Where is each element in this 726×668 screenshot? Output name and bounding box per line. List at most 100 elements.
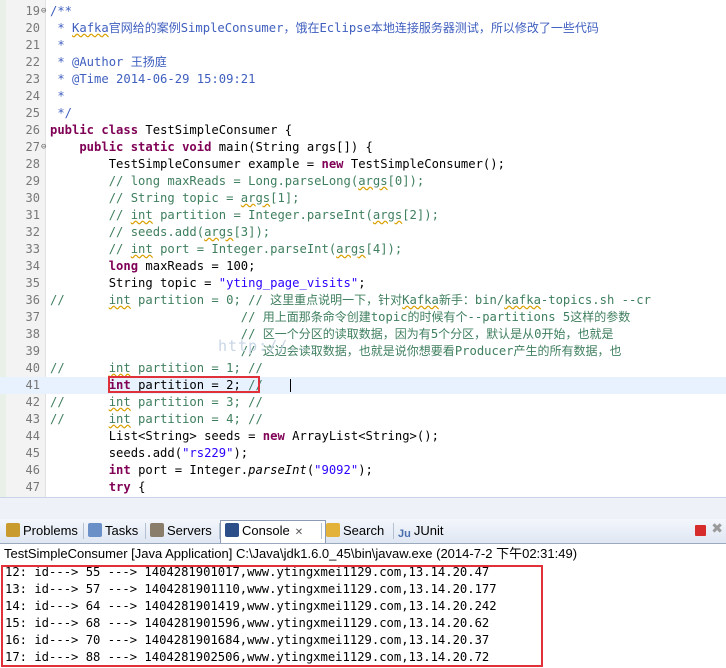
code-token: String topic = [50, 276, 219, 290]
code-text: // int partition = 4; // [50, 411, 263, 428]
code-line[interactable]: 34 long maxReads = 100; [0, 258, 726, 275]
code-token: { [138, 480, 146, 494]
code-text: * [50, 88, 65, 105]
code-token: * [50, 89, 65, 103]
code-token: bin/ [474, 293, 505, 307]
code-token: kafka [504, 293, 541, 307]
code-line[interactable]: 20 * Kafka官网给的案例SimpleConsumer，饿在Eclipse… [0, 20, 726, 37]
tab-console[interactable]: Console ✕ [220, 520, 326, 543]
code-token: "rs229" [182, 446, 234, 460]
code-line[interactable]: 19 ⊖/** [0, 3, 726, 20]
code-token: ); [358, 463, 373, 477]
line-number: 34 [25, 259, 40, 273]
code-editor[interactable]: 19 ⊖/** 20 * Kafka官网给的案例SimpleConsumer，饿在E… [0, 0, 726, 497]
code-line[interactable]: 42 // int partition = 3; // [0, 394, 726, 411]
code-token: parseInt [248, 463, 307, 477]
code-line[interactable]: 36 // int partition = 0; // 这里重点说明一下，针对Ka… [0, 292, 726, 309]
tab-search[interactable]: Search [322, 521, 396, 541]
code-line[interactable]: 25 */ [0, 105, 726, 122]
code-token: SimpleConsumer [180, 21, 284, 35]
code-line[interactable]: 41 int partition = 2; // [0, 376, 726, 394]
code-text: // int partition = 0; // 这里重点说明一下，针对Kafk… [50, 292, 651, 309]
code-text: // int partition = 1; // [50, 360, 263, 377]
code-line[interactable]: 39 // 这边会读取数据，也就是说你想要看Producer产生的所有数据，也 [0, 343, 726, 360]
code-line[interactable]: 35 String topic = "yting_page_visits"; [0, 275, 726, 292]
code-token: 开始，也就是 [541, 327, 614, 341]
tab-junit[interactable]: Ju JUnit [394, 521, 452, 541]
code-token: 的时候有个 [407, 310, 468, 324]
code-line[interactable]: 29 // long maxReads = Long.parseLong(arg… [0, 173, 726, 190]
view-tab-bar: Problems Tasks Servers Console ✕ Search Ju JUni… [0, 519, 726, 544]
line-number: 32 [25, 225, 40, 239]
code-text: // 用上面那条命令创建topic的时候有个--partitions 5这样的参… [50, 309, 631, 326]
code-token: 新手： [438, 293, 475, 307]
terminate-icon[interactable] [695, 525, 706, 536]
code-line[interactable]: 21 * [0, 37, 726, 54]
code-token: partition = 4; // [130, 412, 263, 426]
code-token: // [50, 208, 131, 222]
code-token: public class [50, 123, 146, 137]
code-token: // [50, 412, 109, 426]
code-token: [4]); [365, 242, 403, 256]
code-line[interactable]: 45 seeds.add("rs229"); [0, 445, 726, 462]
code-line[interactable]: 43 // int partition = 4; // [0, 411, 726, 428]
code-token: * [50, 38, 65, 52]
code-text: * @Author 王扬庭 [50, 54, 166, 71]
line-number: 26 [25, 123, 40, 137]
code-token: * @Author [50, 55, 131, 69]
code-line[interactable]: 28 TestSimpleConsumer example = new Test… [0, 156, 726, 173]
code-token: port = Integer.parseInt( [152, 242, 337, 256]
code-line[interactable]: 30 // String topic = args[1]; [0, 190, 726, 207]
code-token: -topics.sh --cr [540, 293, 651, 307]
code-text: * [50, 37, 65, 54]
code-text: // 区一个分区的读取数据，因为有5个分区，默认是从0开始，也就是 [50, 326, 614, 343]
code-line[interactable]: 37 // 用上面那条命令创建topic的时候有个--partitions 5这… [0, 309, 726, 326]
tab-label: JUnit [413, 523, 444, 538]
code-line[interactable]: 44 List<String> seeds = new ArrayList<St… [0, 428, 726, 445]
code-token: 这里重点说明一下，针对 [270, 293, 403, 307]
console-icon [225, 523, 239, 537]
code-line[interactable]: 47 try { [0, 479, 726, 496]
code-token: // String topic = [50, 191, 241, 205]
code-token: TestSimpleConsumer { [145, 123, 293, 137]
code-token: * @Time 2014-06-29 15:09:21 [50, 72, 256, 86]
junit-icon: Ju [398, 528, 411, 540]
code-line[interactable]: 22 * @Author 王扬庭 [0, 54, 726, 71]
fold-toggle-icon[interactable]: ⊖ [41, 143, 49, 152]
fold-toggle-icon[interactable]: ⊖ [41, 7, 49, 16]
remove-launch-icon[interactable]: ✖ [711, 521, 723, 537]
line-number: 27 [25, 140, 40, 154]
code-token: // [50, 293, 109, 307]
code-token: // [50, 310, 263, 324]
tab-tasks[interactable]: Tasks [84, 521, 148, 541]
code-line[interactable]: 46 int port = Integer.parseInt("9092"); [0, 462, 726, 479]
code-token: int [130, 208, 153, 222]
code-token: Eclipse [319, 21, 371, 35]
code-token: topic [370, 310, 408, 324]
close-icon[interactable]: ✕ [295, 527, 303, 538]
code-lines[interactable]: 19 ⊖/** 20 * Kafka官网给的案例SimpleConsumer，饿在E… [0, 3, 726, 496]
code-line[interactable]: 38 // 区一个分区的读取数据，因为有5个分区，默认是从0开始，也就是 [0, 326, 726, 343]
tab-problems[interactable]: Problems [2, 521, 86, 541]
line-number: 40 [25, 361, 40, 375]
code-text: */ [50, 105, 72, 122]
code-line[interactable]: 23 * @Time 2014-06-29 15:09:21 [0, 71, 726, 88]
code-token: Producer [454, 344, 514, 358]
code-line[interactable]: 32 // seeds.add(args[3]); [0, 224, 726, 241]
watermark-text: http://... [218, 337, 319, 355]
line-number: 47 [25, 480, 40, 494]
editor-horizontal-scrollbar[interactable] [0, 497, 726, 521]
code-text: TestSimpleConsumer example = new TestSim… [50, 156, 505, 173]
tab-servers[interactable]: Servers [146, 521, 222, 541]
code-token: 产生的所有数据，也 [513, 344, 622, 358]
code-line[interactable]: 40 // int partition = 1; // [0, 360, 726, 377]
line-number: 41 [25, 378, 40, 392]
code-line[interactable]: 31 // int partition = Integer.parseInt(a… [0, 207, 726, 224]
code-line[interactable]: 33 // int port = Integer.parseInt(args[4… [0, 241, 726, 258]
code-line[interactable]: 27 ⊖ public static void main(String args[… [0, 139, 726, 156]
code-token: List<String> seeds = [50, 429, 263, 443]
code-line[interactable]: 24 * [0, 88, 726, 105]
code-line[interactable]: 26 public class TestSimpleConsumer { [0, 122, 726, 139]
code-text: // String topic = args[1]; [50, 190, 300, 207]
code-text: long maxReads = 100; [50, 258, 256, 275]
